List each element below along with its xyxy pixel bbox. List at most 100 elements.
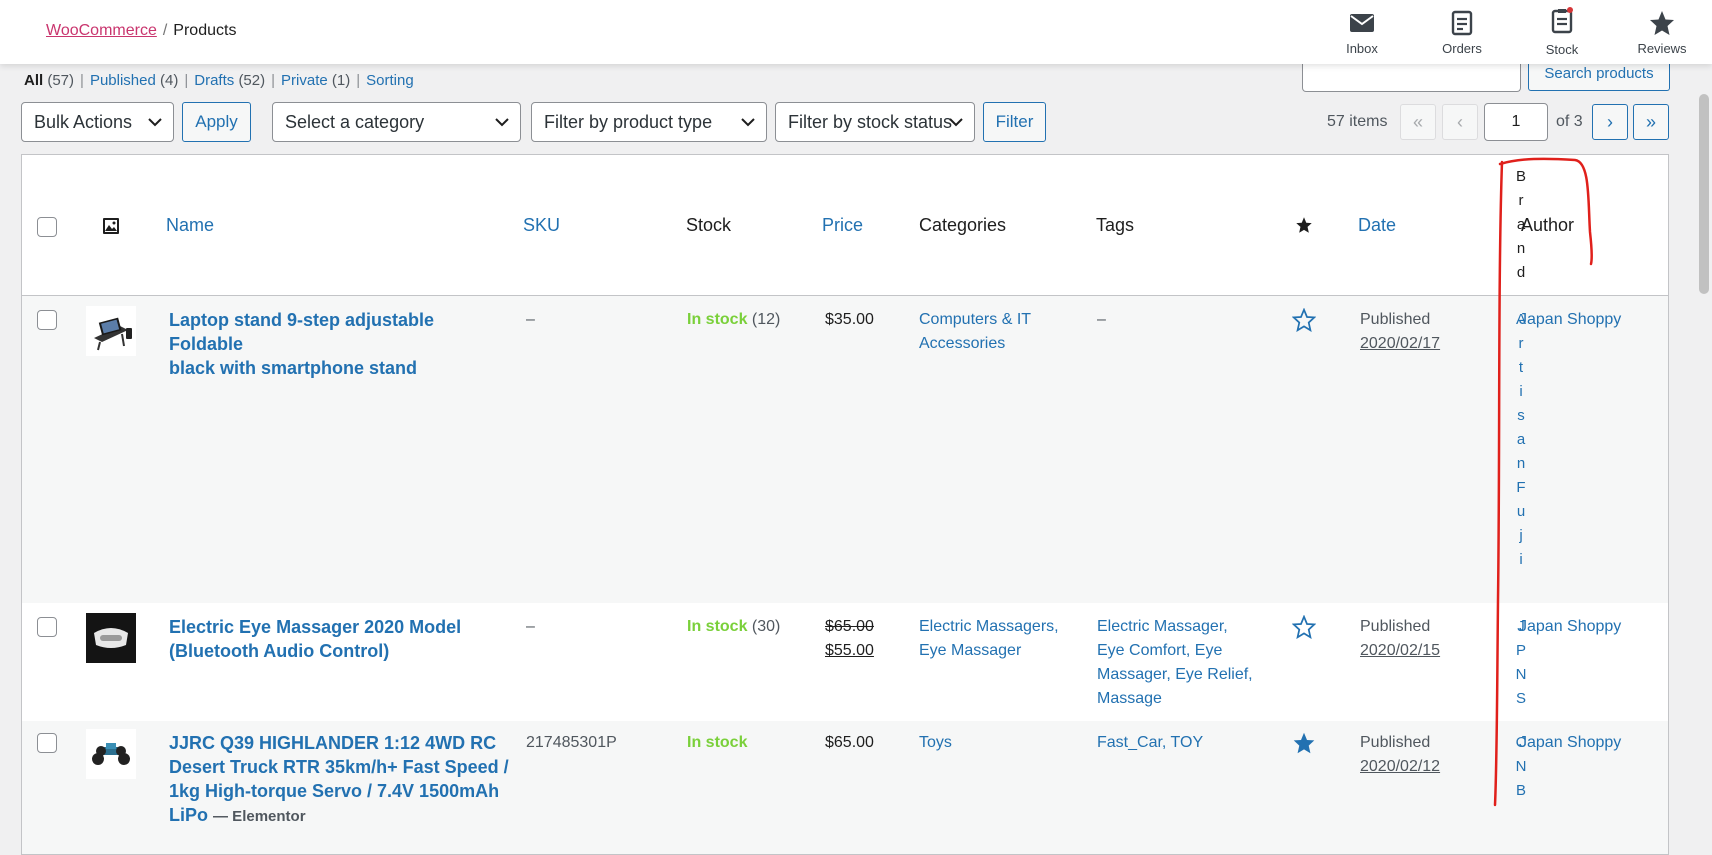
tag-line: Electric Massager,: [1097, 618, 1228, 635]
reviews-button[interactable]: Reviews: [1612, 0, 1712, 64]
category-select-value: Select a category: [285, 111, 425, 132]
first-page-button[interactable]: «: [1400, 104, 1436, 140]
tag-line: Massager, Eye Relief,: [1097, 666, 1253, 683]
stock-icon-wrap: [1548, 7, 1576, 42]
apply-button[interactable]: Apply: [182, 102, 251, 142]
product-name-link[interactable]: JJRC Q39 HIGHLANDER 1:12 4WD RC Desert Tr…: [169, 731, 509, 829]
orders-button[interactable]: Orders: [1412, 0, 1512, 64]
product-thumbnail[interactable]: [86, 306, 136, 356]
separator: |: [80, 72, 84, 89]
category-line: Eye Massager: [919, 642, 1022, 659]
sku-value: –: [526, 311, 535, 328]
tags-value: –: [1097, 311, 1106, 328]
stock-status-select[interactable]: Filter by stock status: [775, 102, 975, 142]
stock-quantity: (30): [751, 618, 781, 635]
product-thumbnail[interactable]: [86, 729, 136, 779]
bulk-actions-select[interactable]: Bulk Actions: [21, 102, 174, 142]
breadcrumb-separator: /: [162, 22, 168, 39]
sku-value: –: [526, 618, 535, 635]
stock-status: In stock (12): [687, 308, 780, 332]
date-value: 2020/02/17: [1360, 335, 1441, 352]
page-scrollbar[interactable]: [1696, 64, 1712, 855]
stock-button[interactable]: Stock: [1512, 0, 1612, 64]
filter-all[interactable]: All: [24, 72, 43, 89]
author-link[interactable]: Japan Shoppy: [1519, 308, 1621, 332]
date-value: 2020/02/12: [1360, 758, 1441, 775]
author-link[interactable]: Japan Shoppy: [1519, 615, 1621, 639]
stock-status-label: In stock: [687, 734, 748, 751]
price-value: $65.00 $55.00: [825, 615, 874, 663]
select-all-checkbox[interactable]: [37, 217, 57, 237]
star-outline-icon[interactable]: [1292, 615, 1316, 639]
brand-letter: j: [1519, 527, 1523, 544]
filter-all-count: (57): [47, 72, 75, 89]
row-checkbox[interactable]: [37, 310, 57, 330]
tags-link[interactable]: Electric Massager, Eye Comfort, Eye Massag…: [1097, 615, 1253, 711]
star-filled-icon[interactable]: [1292, 731, 1316, 755]
category-link[interactable]: Toys: [919, 731, 952, 755]
category-line: Computers & IT: [919, 311, 1032, 328]
category-line: Accessories: [919, 335, 1006, 352]
featured-star-icon[interactable]: [1295, 216, 1313, 234]
column-sku[interactable]: SKU: [523, 155, 560, 296]
filter-published-count: (4): [160, 72, 179, 89]
category-select[interactable]: Select a category: [272, 102, 521, 142]
bulk-actions-value: Bulk Actions: [34, 111, 133, 132]
filter-private[interactable]: Private: [281, 72, 328, 89]
author-link[interactable]: Japan Shoppy: [1519, 731, 1621, 755]
product-name-line: 1kg High-torque Servo / 7.4V 1500mAh: [169, 781, 500, 801]
brand-value[interactable]: ArtisanFuji: [1513, 308, 1529, 572]
category-link[interactable]: Electric Massagers, Eye Massager: [919, 615, 1059, 663]
star-icon: [1650, 10, 1674, 35]
tags-link[interactable]: Fast_Car, TOY: [1097, 731, 1203, 755]
date-column-value: Published 2020/02/17: [1360, 308, 1440, 356]
chevron-down-icon: [741, 118, 755, 127]
date-status: Published: [1360, 734, 1431, 751]
header-actions: Inbox Orders Stock Reviews: [1312, 0, 1712, 64]
brand-letter: a: [1516, 431, 1526, 448]
column-tags: Tags: [1096, 215, 1135, 235]
brand-letter: N: [1515, 666, 1527, 683]
column-date[interactable]: Date: [1358, 155, 1396, 296]
star-outline-icon[interactable]: [1292, 308, 1316, 332]
product-name-link[interactable]: Laptop stand 9-step adjustable Foldable b…: [169, 308, 509, 380]
woocommerce-header: WooCommerce / Products Inbox Orders Stock …: [0, 0, 1712, 64]
stock-quantity: (12): [751, 311, 781, 328]
row-checkbox[interactable]: [37, 733, 57, 753]
prev-page-button[interactable]: ‹: [1442, 104, 1478, 140]
brand-letter: r: [1518, 335, 1524, 352]
brand-letter: B: [1515, 782, 1526, 799]
current-page-input[interactable]: 1: [1484, 103, 1548, 141]
last-page-button[interactable]: »: [1633, 104, 1669, 140]
stock-status: In stock (30): [687, 615, 780, 639]
filter-sorting[interactable]: Sorting: [366, 72, 414, 89]
chevron-down-icon: [949, 118, 963, 127]
product-name-line: Laptop stand 9-step adjustable Foldable: [169, 310, 435, 354]
product-name-link[interactable]: Electric Eye Massager 2020 Model (Bluetoo…: [169, 615, 509, 663]
row-checkbox[interactable]: [37, 617, 57, 637]
category-link[interactable]: Computers & IT Accessories: [919, 308, 1031, 356]
filter-drafts-count: (52): [238, 72, 266, 89]
next-page-button[interactable]: ›: [1592, 104, 1628, 140]
column-price[interactable]: Price: [822, 155, 863, 296]
scrollbar-thumb[interactable]: [1699, 94, 1709, 294]
column-name[interactable]: Name: [166, 155, 214, 296]
product-name-line: JJRC Q39 HIGHLANDER 1:12 4WD RC: [169, 733, 497, 753]
products-table: Name SKU Stock Price Categories Tags Dat…: [21, 154, 1669, 855]
orders-label: Orders: [1442, 40, 1482, 56]
breadcrumb-woocommerce-link[interactable]: WooCommerce: [46, 22, 157, 39]
product-name-suffix: — Elementor: [213, 808, 306, 825]
breadcrumb: WooCommerce / Products: [46, 22, 236, 40]
column-author: Author: [1521, 215, 1575, 235]
filter-published[interactable]: Published: [90, 72, 156, 89]
filter-drafts[interactable]: Drafts: [194, 72, 234, 89]
product-name-line: Electric Eye Massager 2020 Model: [169, 617, 462, 637]
inbox-button[interactable]: Inbox: [1312, 0, 1412, 64]
table-row: Electric Eye Massager 2020 Model (Bluetoo…: [22, 603, 1668, 721]
product-thumbnail[interactable]: [86, 613, 136, 663]
brand-letter: F: [1516, 479, 1526, 496]
sku-value: 217485301P: [526, 734, 617, 751]
date-column-value: Published 2020/02/15: [1360, 615, 1440, 663]
filter-button[interactable]: Filter: [983, 102, 1046, 142]
product-type-select[interactable]: Filter by product type: [531, 102, 767, 142]
